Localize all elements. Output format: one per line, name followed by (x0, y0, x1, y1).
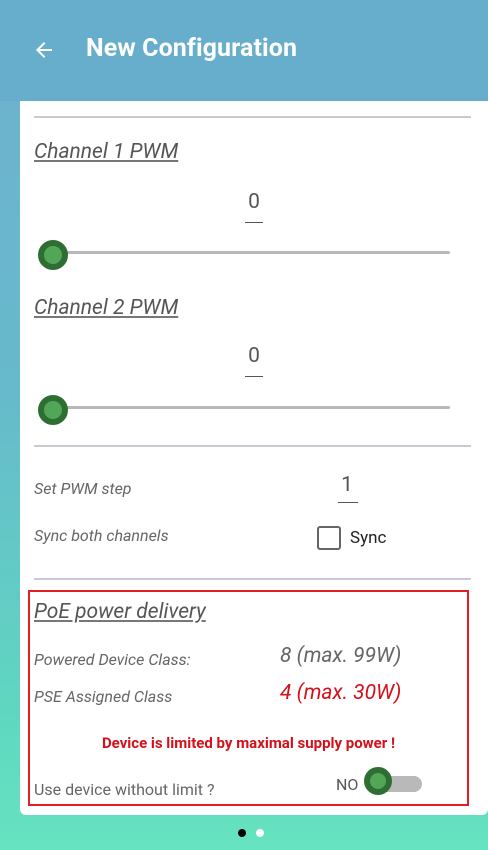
pwm-step-underline (338, 502, 358, 503)
sync-label: Sync both channels (34, 526, 169, 545)
channel1-slider-track[interactable] (44, 251, 450, 254)
without-limit-toggle-thumb[interactable] (364, 767, 392, 795)
channel2-value-underline (245, 376, 263, 377)
pse-label: PSE Assigned Class (34, 687, 173, 706)
poe-section: PoE power delivery Powered Device Class:… (28, 590, 469, 806)
divider (34, 578, 471, 580)
without-limit-label: Use device without limit ? (34, 780, 215, 799)
app-bar: New Configuration (0, 0, 488, 101)
channel1-value-underline (245, 222, 263, 223)
config-card: Channel 1 PWM 0 Channel 2 PWM 0 Set PWM … (20, 101, 488, 815)
channel2-value[interactable]: 0 (234, 344, 274, 368)
channel2-slider-track[interactable] (44, 406, 450, 409)
sync-checkbox[interactable] (317, 526, 341, 550)
channel1-slider-thumb[interactable] (38, 240, 68, 270)
pwm-step-value[interactable]: 1 (327, 473, 367, 497)
divider (34, 445, 471, 447)
page-title: New Configuration (86, 34, 298, 63)
pager-dot[interactable] (256, 829, 264, 837)
sync-checkbox-label[interactable]: Sync (350, 528, 386, 548)
powered-device-label: Powered Device Class: (34, 650, 191, 669)
toggle-state-label: NO (336, 775, 359, 794)
pse-value: 4 (max. 30W) (280, 681, 402, 705)
channel1-value[interactable]: 0 (234, 190, 274, 214)
pager-dot-active[interactable] (238, 829, 246, 837)
channel1-title: Channel 1 PWM (34, 140, 179, 164)
divider (34, 116, 471, 118)
channel2-slider-thumb[interactable] (38, 395, 68, 425)
poe-title: PoE power delivery (34, 600, 206, 624)
channel2-title: Channel 2 PWM (34, 296, 179, 320)
powered-device-value: 8 (max. 99W) (280, 644, 402, 668)
pwm-step-label: Set PWM step (34, 479, 132, 498)
back-arrow-icon[interactable] (32, 38, 56, 62)
supply-warning: Device is limited by maximal supply powe… (101, 734, 396, 752)
